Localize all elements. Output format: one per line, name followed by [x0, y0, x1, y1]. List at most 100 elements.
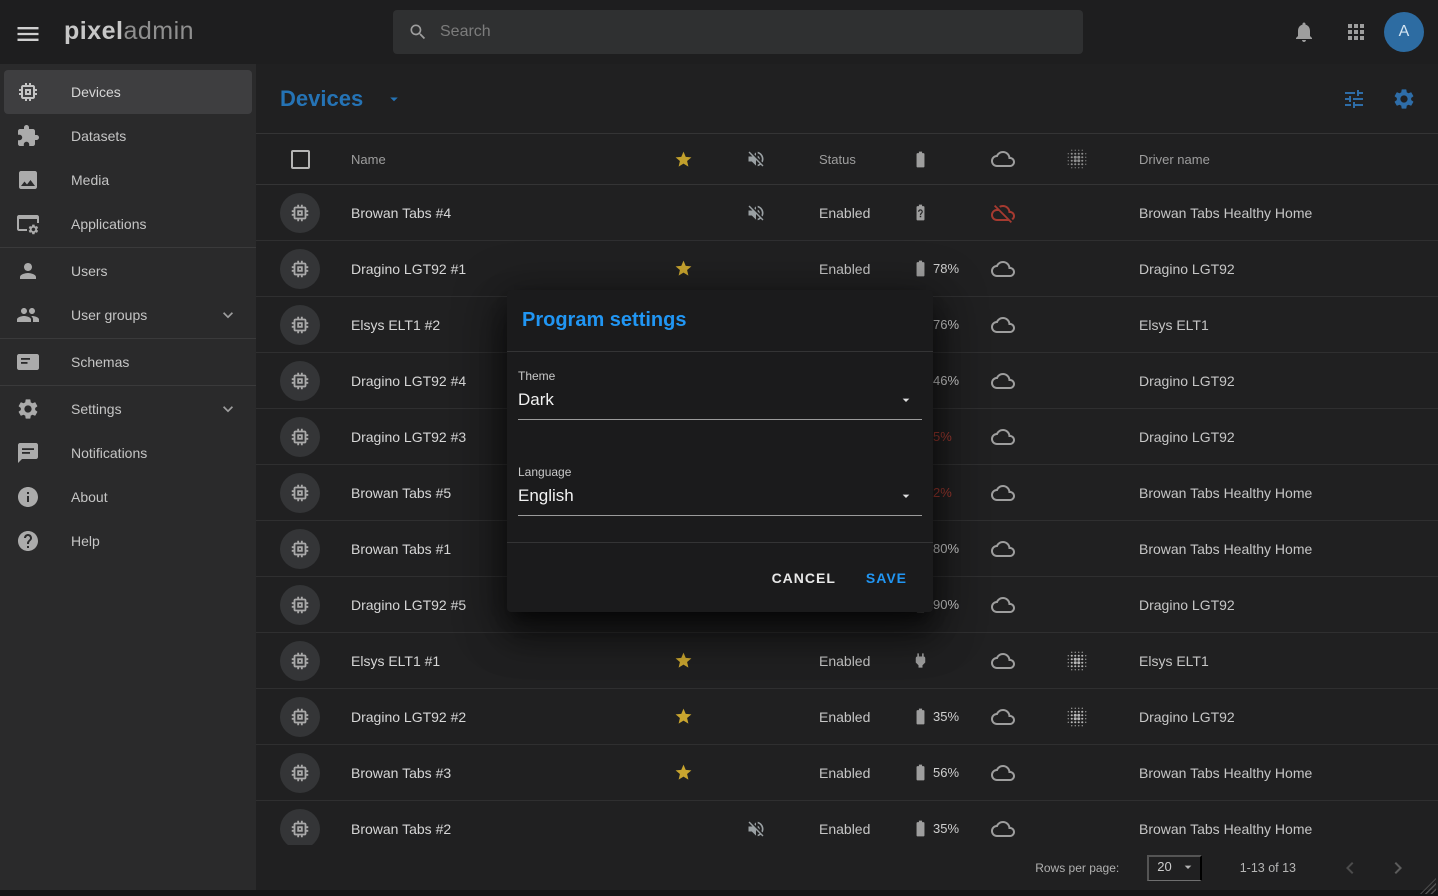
power-plug-icon [911, 651, 930, 670]
search-bar[interactable] [393, 10, 1083, 54]
device-avatar[interactable] [280, 697, 320, 737]
star-icon[interactable] [674, 150, 693, 169]
driver-name: Dragino LGT92 [1117, 373, 1438, 389]
chip-icon [289, 370, 311, 392]
table-settings-button[interactable] [1392, 87, 1416, 111]
device-avatar[interactable] [280, 361, 320, 401]
device-name: Browan Tabs #2 [344, 821, 651, 837]
battery-percentage: 78% [933, 261, 959, 276]
chip-icon [289, 650, 311, 672]
driver-name: Dragino LGT92 [1117, 429, 1438, 445]
user-avatar[interactable]: A [1384, 12, 1424, 52]
device-name: Browan Tabs #4 [344, 205, 651, 221]
next-page-button[interactable] [1374, 846, 1422, 890]
logo-light-text: admin [123, 17, 194, 45]
sidebar-item-schemas[interactable]: Schemas [4, 340, 252, 384]
device-avatar[interactable] [280, 305, 320, 345]
device-avatar[interactable] [280, 529, 320, 569]
driver-name: Dragino LGT92 [1117, 709, 1438, 725]
chevron-down-icon [218, 399, 238, 419]
sidebar-item-help[interactable]: Help [4, 519, 252, 563]
device-table-row[interactable]: Dragino LGT92 #2 Enabled 35% Dragino LGT… [256, 689, 1438, 745]
star-icon[interactable] [674, 707, 693, 726]
sidebar-item-label: User groups [71, 307, 147, 323]
cloud-icon [991, 313, 1015, 337]
device-avatar[interactable] [280, 473, 320, 513]
theme-select[interactable]: Dark [518, 390, 922, 420]
select-all-checkbox[interactable] [291, 150, 310, 169]
sidebar-item-about[interactable]: About [4, 475, 252, 519]
people-icon [16, 303, 40, 327]
device-avatar[interactable] [280, 193, 320, 233]
column-header-name[interactable]: Name [344, 152, 651, 167]
grain-icon[interactable] [1065, 147, 1089, 171]
device-status: Enabled [797, 709, 899, 725]
page-header-actions [1342, 87, 1416, 111]
device-name: Dragino LGT92 #2 [344, 709, 651, 725]
battery-icon[interactable] [911, 150, 930, 169]
star-icon[interactable] [674, 763, 693, 782]
star-icon[interactable] [674, 259, 693, 278]
chip-icon [16, 80, 40, 104]
dialog-title: Program settings [522, 309, 686, 332]
volume-off-icon[interactable] [746, 149, 766, 169]
previous-page-button[interactable] [1326, 846, 1374, 890]
device-avatar[interactable] [280, 753, 320, 793]
hamburger-menu-button[interactable] [14, 20, 42, 44]
device-status: Enabled [797, 765, 899, 781]
device-avatar[interactable] [280, 249, 320, 289]
search-input[interactable] [428, 10, 1083, 54]
sidebar-item-label: Help [71, 533, 100, 549]
star-icon[interactable] [674, 651, 693, 670]
driver-name: Browan Tabs Healthy Home [1117, 541, 1438, 557]
sidebar-item-label: About [71, 489, 108, 505]
sidebar-item-notifications[interactable]: Notifications [4, 431, 252, 475]
sidebar-item-applications[interactable]: Applications [4, 202, 252, 246]
chevron-down-icon [218, 305, 238, 325]
device-avatar[interactable] [280, 417, 320, 457]
cancel-button[interactable]: CANCEL [772, 570, 836, 586]
notifications-bell-button[interactable] [1292, 20, 1316, 44]
battery-percentage: 2% [933, 485, 952, 500]
schema-card-icon [16, 350, 40, 374]
chevron-right-icon [1386, 856, 1410, 880]
sidebar-item-settings[interactable]: Settings [4, 387, 252, 431]
column-header-driver-name[interactable]: Driver name [1117, 152, 1438, 167]
filter-columns-button[interactable] [1342, 87, 1366, 111]
save-button[interactable]: SAVE [866, 570, 907, 586]
apps-grid-icon [1344, 20, 1368, 44]
column-header-status[interactable]: Status [797, 152, 899, 167]
device-avatar[interactable] [280, 641, 320, 681]
logo-bold-text: pixel [64, 17, 123, 45]
sidebar-item-user-groups[interactable]: User groups [4, 293, 252, 337]
gear-icon [1392, 87, 1416, 111]
device-avatar[interactable] [280, 809, 320, 846]
caret-down-icon [898, 392, 914, 408]
device-table-row[interactable]: Browan Tabs #3 Enabled 56% Browan Tabs H… [256, 745, 1438, 801]
sidebar-item-devices[interactable]: Devices [4, 70, 252, 114]
help-icon [16, 529, 40, 553]
device-table-row[interactable]: Elsys ELT1 #1 Enabled Elsys ELT1 [256, 633, 1438, 689]
device-avatar[interactable] [280, 585, 320, 625]
apps-grid-button[interactable] [1344, 20, 1368, 44]
app-window-gear-icon [16, 212, 40, 236]
device-table-row[interactable]: Dragino LGT92 #1 Enabled 78% Dragino LGT… [256, 241, 1438, 297]
device-table-row[interactable]: Browan Tabs #2 Enabled 35% Browan Tabs H… [256, 801, 1438, 845]
sidebar-item-datasets[interactable]: Datasets [4, 114, 252, 158]
chip-icon [289, 426, 311, 448]
chip-icon [289, 538, 311, 560]
device-status: Enabled [797, 821, 899, 837]
language-select[interactable]: English [518, 486, 922, 516]
rows-per-page-select[interactable]: 20 [1147, 855, 1201, 881]
theme-field: Theme Dark [518, 369, 922, 420]
app-logo: pixeladmin [64, 17, 194, 46]
sidebar-item-media[interactable]: Media [4, 158, 252, 202]
language-field: Language English [518, 465, 922, 516]
cloud-icon[interactable] [991, 147, 1015, 171]
page-header: Devices [256, 64, 1438, 133]
title-dropdown-caret-icon[interactable] [385, 90, 403, 108]
sidebar-item-users[interactable]: Users [4, 249, 252, 293]
pagination-bar: Rows per page: 20 1-13 of 13 [256, 845, 1438, 890]
driver-name: Elsys ELT1 [1117, 317, 1438, 333]
device-table-row[interactable]: Browan Tabs #4 Enabled Browan Tabs Healt… [256, 185, 1438, 241]
